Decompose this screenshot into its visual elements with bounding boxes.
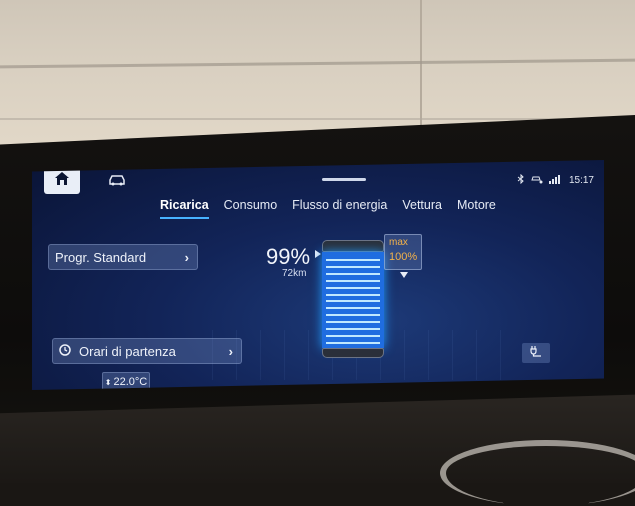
battery-level-bar (326, 328, 380, 331)
tab-vettura[interactable]: Vettura (402, 198, 442, 219)
signal-bars-icon (548, 174, 563, 187)
max-charge-value: 100% (389, 251, 418, 263)
connected-car-icon (531, 174, 543, 187)
battery-base (322, 348, 384, 358)
battery-level-bar (326, 258, 380, 261)
soc-pointer-icon (315, 250, 321, 258)
state-of-charge: 99% (266, 244, 311, 269)
range-value: 72km (282, 268, 307, 279)
chevron-right-icon: › (228, 343, 233, 359)
home-button[interactable] (44, 168, 80, 194)
battery-level-bar (326, 279, 380, 282)
battery-level-bar (326, 314, 380, 317)
charging-plug-button[interactable] (522, 343, 550, 363)
battery-level-bar (326, 335, 380, 338)
battery-level-bar (326, 307, 380, 310)
charging-program-label: Progr. Standard (55, 249, 147, 265)
chevron-right-icon: › (184, 249, 189, 265)
chevron-down-icon (400, 272, 408, 278)
charging-program-button[interactable]: Progr. Standard › (48, 244, 198, 270)
battery-graphic (322, 240, 384, 358)
wall-seam (420, 0, 422, 130)
battery-level-bar (326, 286, 380, 289)
bluetooth-icon (517, 173, 525, 187)
pull-down-handle[interactable] (322, 178, 366, 181)
infotainment-screen: 15:17 Ricarica Consumo Flusso di energia… (32, 160, 604, 390)
charging-plug-icon (529, 344, 543, 362)
air-vent (440, 440, 635, 506)
battery-level-bar (326, 321, 380, 324)
tab-ricarica[interactable]: Ricarica (160, 198, 209, 219)
battery-fill (322, 252, 384, 348)
battery-level-bar (326, 272, 380, 275)
battery-level-bar (326, 300, 380, 303)
departure-times-button[interactable]: Orari di partenza › (52, 338, 242, 364)
up-down-arrows-icon: ⬍ (104, 377, 112, 387)
temperature-control[interactable]: ⬍ 22.0°C (102, 372, 150, 390)
max-charge-button[interactable]: max 100% (384, 234, 422, 270)
clock: 15:17 (568, 175, 594, 186)
battery-level-bar (326, 342, 380, 344)
battery-cap (322, 240, 384, 252)
car-icon[interactable] (108, 173, 126, 186)
tab-flusso-di-energia[interactable]: Flusso di energia (292, 198, 387, 219)
temperature-value: 22.0°C (113, 376, 148, 388)
departure-times-label: Orari di partenza (79, 343, 176, 359)
home-icon (54, 171, 70, 191)
battery-level-bar (326, 265, 380, 268)
tab-consumo[interactable]: Consumo (224, 198, 278, 219)
clock-icon (59, 343, 71, 359)
tab-bar: Ricarica Consumo Flusso di energia Vettu… (160, 198, 496, 219)
tab-motore[interactable]: Motore (457, 198, 496, 219)
max-charge-label: max (389, 237, 408, 248)
battery-level-bar (326, 293, 380, 296)
status-bar: 15:17 (517, 173, 594, 187)
